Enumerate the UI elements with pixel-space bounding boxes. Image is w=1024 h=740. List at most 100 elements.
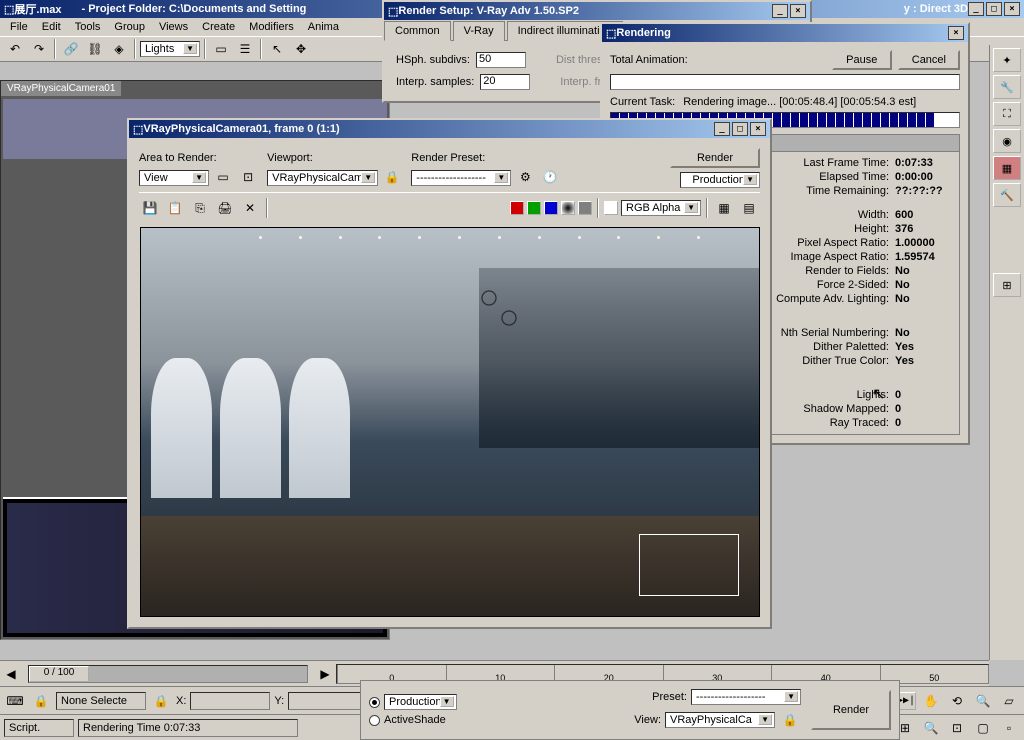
hierarchy-tab[interactable]: ⛶ bbox=[993, 102, 1021, 126]
time-thumb[interactable]: 0 / 100 bbox=[29, 666, 89, 682]
viewport-select[interactable]: VRayPhysicalCam bbox=[267, 170, 378, 186]
rendering-close[interactable]: × bbox=[948, 26, 964, 40]
render-setup-titlebar[interactable]: ⬚ Render Setup: V-Ray Adv 1.50.SP2 _ × bbox=[384, 2, 810, 20]
y-coord[interactable] bbox=[288, 692, 368, 710]
preset-time-button[interactable]: 🕐 bbox=[539, 166, 561, 188]
render-output-image[interactable] bbox=[140, 227, 760, 617]
toggle-ui-button[interactable]: ▦ bbox=[713, 197, 735, 219]
nav-fov-button[interactable]: ▱ bbox=[998, 690, 1020, 712]
pause-button[interactable]: Pause bbox=[832, 50, 892, 70]
menu-tools[interactable]: Tools bbox=[69, 20, 107, 34]
unlink-button[interactable]: ⛓ bbox=[84, 38, 106, 60]
menu-create[interactable]: Create bbox=[196, 20, 241, 34]
bottom-render-button[interactable]: Render bbox=[811, 690, 891, 730]
copy-icon[interactable]: 📋 bbox=[164, 197, 186, 219]
x-coord[interactable] bbox=[190, 692, 270, 710]
bind-button[interactable]: ◈ bbox=[108, 38, 130, 60]
production-radio[interactable] bbox=[369, 697, 380, 708]
close-button[interactable]: × bbox=[1004, 2, 1020, 16]
timeline-right-icon[interactable]: ▶ bbox=[314, 663, 336, 685]
selection-filter[interactable]: Lights bbox=[140, 41, 200, 57]
nav-min-button[interactable]: ▫ bbox=[998, 717, 1020, 739]
menu-group[interactable]: Group bbox=[108, 20, 151, 34]
create-tab[interactable]: ✦ bbox=[993, 48, 1021, 72]
clear-icon[interactable]: ✕ bbox=[239, 197, 261, 219]
nav-zoomall-button[interactable]: ⊡ bbox=[946, 717, 968, 739]
nav-max-button[interactable]: ▢ bbox=[972, 717, 994, 739]
vfb-maximize[interactable]: □ bbox=[732, 122, 748, 136]
toggle-overlay-button[interactable]: ▤ bbox=[738, 197, 760, 219]
modify-tab[interactable]: 🔧 bbox=[993, 75, 1021, 99]
region-edit-button[interactable]: ▭ bbox=[212, 166, 234, 188]
production-select[interactable]: Production bbox=[680, 172, 760, 188]
bottom-preset-select[interactable]: ------------------- bbox=[691, 689, 801, 705]
script-status[interactable]: Script. bbox=[4, 719, 74, 737]
mono-channel-button[interactable] bbox=[578, 201, 592, 215]
menu-animation[interactable]: Anima bbox=[302, 20, 345, 34]
minimize-button[interactable]: _ bbox=[968, 2, 984, 16]
utilities-tab[interactable]: 🔨 bbox=[993, 183, 1021, 207]
menu-views[interactable]: Views bbox=[153, 20, 194, 34]
motion-tab[interactable]: ◉ bbox=[993, 129, 1021, 153]
blue-channel-button[interactable] bbox=[544, 201, 558, 215]
time-slider[interactable]: 0 / 100 bbox=[28, 665, 308, 683]
vfb-icon: ⬚ bbox=[133, 123, 143, 136]
select-name-button[interactable]: ☰ bbox=[234, 38, 256, 60]
lock-view-button[interactable]: 🔒 bbox=[381, 166, 403, 188]
rendering-titlebar[interactable]: ⬚ Rendering × bbox=[602, 24, 968, 42]
current-task-value: Rendering image... [00:05:48.4] [00:05:5… bbox=[683, 96, 916, 108]
x-label: X: bbox=[176, 695, 186, 707]
menu-file[interactable]: File bbox=[4, 20, 34, 34]
preset-opts-button[interactable]: ⚙ bbox=[514, 166, 536, 188]
redo-button[interactable]: ↷ bbox=[28, 38, 50, 60]
lock-button[interactable]: ⊞ bbox=[993, 273, 1021, 297]
rs-close[interactable]: × bbox=[790, 4, 806, 18]
vfb-minimize[interactable]: _ bbox=[714, 122, 730, 136]
rs-minimize[interactable]: _ bbox=[772, 4, 788, 18]
print-icon[interactable]: 🖨 bbox=[214, 197, 236, 219]
total-progress bbox=[610, 74, 960, 90]
display-tab[interactable]: ▦ bbox=[993, 156, 1021, 180]
undo-button[interactable]: ↶ bbox=[4, 38, 26, 60]
maxscript-button[interactable]: ⌨ bbox=[4, 690, 26, 712]
interp-spinner[interactable]: 20 bbox=[480, 74, 530, 90]
lock-selection-button[interactable]: 🔒 bbox=[30, 690, 52, 712]
bgcolor-swatch[interactable] bbox=[604, 201, 618, 215]
vfb-titlebar[interactable]: ⬚ VRayPhysicalCamera01, frame 0 (1:1) _ … bbox=[129, 120, 770, 138]
nav-zoom-button[interactable]: 🔍 bbox=[972, 690, 994, 712]
preset-select[interactable]: ------------------- bbox=[411, 170, 511, 186]
tab-vray[interactable]: V-Ray bbox=[453, 21, 505, 41]
select-button[interactable]: ▭ bbox=[210, 38, 232, 60]
move-button[interactable]: ✥ bbox=[290, 38, 312, 60]
render-bottom-panel: Production ActiveShade Preset: ---------… bbox=[360, 680, 900, 740]
vfb-close[interactable]: × bbox=[750, 122, 766, 136]
menu-edit[interactable]: Edit bbox=[36, 20, 67, 34]
transform-lock-button[interactable]: 🔒 bbox=[150, 690, 172, 712]
nav-arc-button[interactable]: ⟲ bbox=[946, 690, 968, 712]
bottom-lock-button[interactable]: 🔒 bbox=[779, 709, 801, 731]
area-select[interactable]: View bbox=[139, 170, 209, 186]
maximize-button[interactable]: □ bbox=[986, 2, 1002, 16]
region-auto-button[interactable]: ⊡ bbox=[237, 166, 259, 188]
render-button[interactable]: Render bbox=[670, 148, 760, 168]
arrow-button[interactable]: ↖ bbox=[266, 38, 288, 60]
cancel-button[interactable]: Cancel bbox=[898, 50, 960, 70]
alpha-channel-button[interactable] bbox=[561, 201, 575, 215]
hsph-spinner[interactable]: 50 bbox=[476, 52, 526, 68]
channel-select[interactable]: RGB Alpha bbox=[621, 200, 701, 216]
bottom-view-select[interactable]: VRayPhysicalCa bbox=[665, 712, 775, 728]
render-region-marker[interactable] bbox=[639, 534, 739, 596]
timeline-left-icon[interactable]: ◀ bbox=[0, 663, 22, 685]
activeshade-radio[interactable] bbox=[369, 715, 380, 726]
nav-pan-button[interactable]: ✋ bbox=[920, 690, 942, 712]
green-channel-button[interactable] bbox=[527, 201, 541, 215]
menu-modifiers[interactable]: Modifiers bbox=[243, 20, 300, 34]
clone-icon[interactable]: ⎘ bbox=[189, 197, 211, 219]
bottom-view-label: View: bbox=[634, 714, 661, 726]
nav-zoom2-button[interactable]: 🔍 bbox=[920, 717, 942, 739]
link-button[interactable]: 🔗 bbox=[60, 38, 82, 60]
tab-common[interactable]: Common bbox=[384, 21, 451, 41]
save-icon[interactable]: 💾 bbox=[139, 197, 161, 219]
red-channel-button[interactable] bbox=[510, 201, 524, 215]
production-dropdown[interactable]: Production bbox=[384, 694, 457, 710]
